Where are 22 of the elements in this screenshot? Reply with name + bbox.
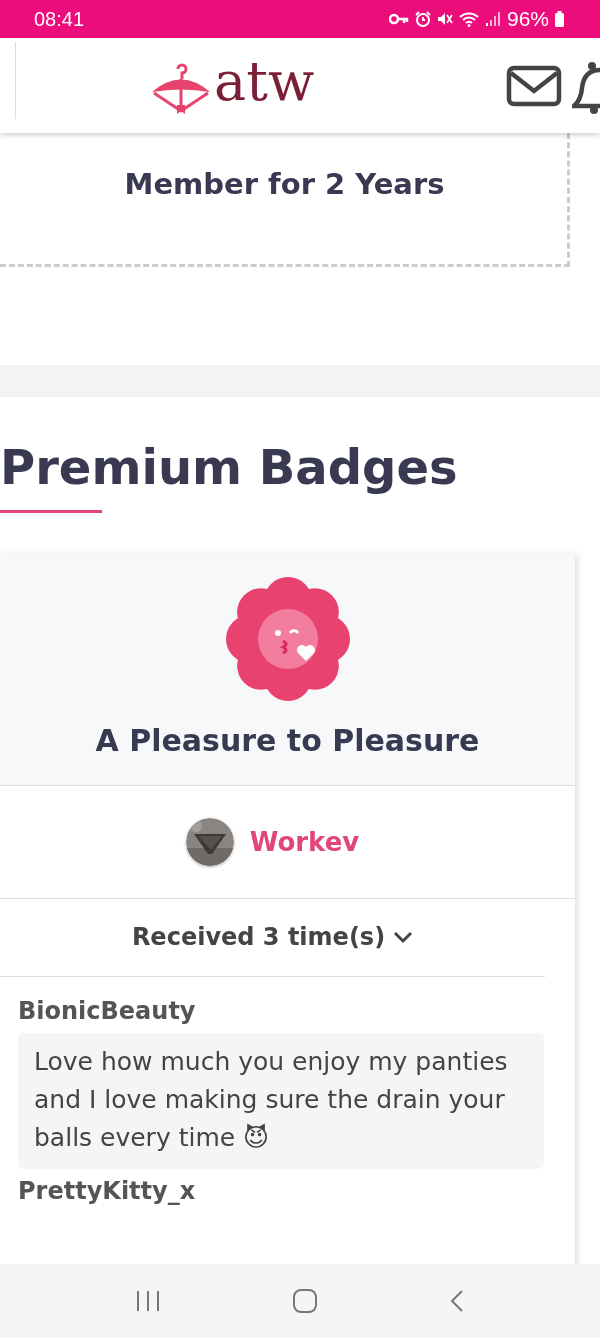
kiss-face-badge-icon bbox=[225, 576, 350, 701]
received-toggle[interactable]: Received 3 time(s) bbox=[0, 898, 545, 977]
battery-percent: 96% bbox=[506, 7, 549, 31]
mute-icon bbox=[436, 11, 453, 27]
key-icon bbox=[388, 13, 409, 25]
logo-text[interactable]: atw bbox=[214, 54, 315, 109]
comment-author: BionicBeauty bbox=[18, 996, 197, 1025]
back-icon[interactable] bbox=[448, 1289, 465, 1313]
recent-apps-icon[interactable] bbox=[135, 1289, 162, 1313]
status-time: 08:41 bbox=[34, 7, 85, 31]
comment-author: PrettyKitty_x bbox=[18, 1176, 197, 1205]
badge-title: A Pleasure to Pleasure bbox=[95, 722, 480, 758]
mail-icon[interactable] bbox=[506, 64, 562, 107]
alarm-icon bbox=[414, 11, 431, 27]
signal-icon bbox=[484, 11, 501, 27]
member-duration: Member for 2 Years bbox=[124, 166, 445, 201]
battery-icon bbox=[555, 11, 564, 27]
wifi-icon bbox=[458, 11, 479, 27]
home-icon[interactable] bbox=[292, 1288, 318, 1314]
section-title: Premium Badges bbox=[0, 441, 459, 494]
seller-link[interactable]: Workev bbox=[249, 826, 360, 857]
comment-text: Love how much you enjoy my panties and I love making sure the drain your balls every time 😈 bbox=[34, 1046, 508, 1152]
